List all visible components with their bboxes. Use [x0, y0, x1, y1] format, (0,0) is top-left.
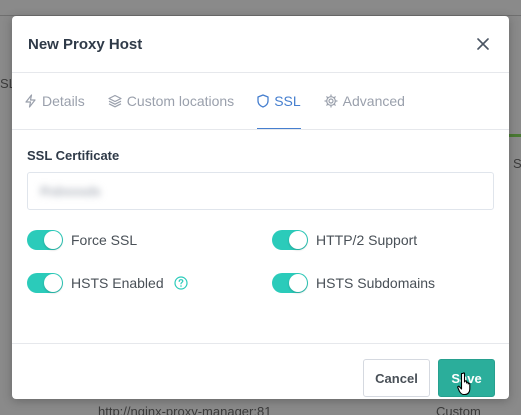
tab-details[interactable]: Details: [24, 73, 85, 129]
help-icon[interactable]: [174, 276, 188, 290]
bolt-icon: [25, 93, 36, 108]
background-type-text: Custom: [436, 404, 481, 415]
cancel-button[interactable]: Cancel: [363, 359, 430, 397]
hand-pointer-icon: [457, 372, 471, 396]
close-button[interactable]: [473, 34, 493, 54]
hsts-enabled-toggle[interactable]: HSTS Enabled: [27, 271, 272, 295]
hsts-subdomains-switch[interactable]: [272, 273, 308, 293]
tab-advanced-label: Advanced: [342, 92, 405, 109]
tab-bar: Details Custom locations SSL Advanced: [12, 73, 509, 130]
http2-support-switch[interactable]: [272, 230, 308, 250]
tab-ssl-label: SSL: [274, 92, 301, 109]
background-fragment-right: S: [513, 156, 521, 171]
tab-custom-locations-label: Custom locations: [126, 92, 235, 109]
tab-advanced[interactable]: Advanced: [324, 73, 405, 129]
layers-icon: [108, 94, 122, 107]
proxy-host-modal: New Proxy Host Details Custom locations: [12, 16, 509, 399]
force-ssl-toggle[interactable]: Force SSL: [27, 228, 272, 252]
hsts-subdomains-label: HSTS Subdomains: [316, 275, 436, 291]
background-accent-bar: [509, 134, 521, 137]
background-url-text: http://nginx-proxy-manager:81: [98, 404, 272, 415]
modal-footer: Cancel Save: [12, 344, 509, 399]
http2-support-toggle[interactable]: HTTP/2 Support: [272, 228, 492, 252]
hsts-enabled-switch[interactable]: [27, 273, 63, 293]
tab-details-label: Details: [42, 92, 85, 109]
hsts-subdomains-toggle[interactable]: HSTS Subdomains: [272, 271, 492, 295]
hsts-enabled-label: HSTS Enabled: [71, 275, 164, 291]
ssl-certificate-value: Rsbsssds: [40, 183, 101, 199]
http2-support-label: HTTP/2 Support: [316, 232, 418, 248]
ssl-tab-panel: SSL Certificate Rsbsssds Force SSL HTTP/…: [12, 130, 509, 344]
modal-header: New Proxy Host: [12, 16, 509, 73]
force-ssl-label: Force SSL: [71, 232, 138, 248]
close-icon: [477, 38, 489, 50]
tab-custom-locations[interactable]: Custom locations: [108, 73, 234, 129]
tab-ssl[interactable]: SSL: [257, 73, 302, 129]
ssl-certificate-select[interactable]: Rsbsssds: [27, 172, 494, 210]
ssl-options: Force SSL HTTP/2 Support HSTS Enabled HS…: [27, 228, 494, 295]
gear-icon: [324, 93, 338, 108]
ssl-certificate-label: SSL Certificate: [27, 148, 120, 163]
modal-title: New Proxy Host: [28, 35, 143, 53]
force-ssl-switch[interactable]: [27, 230, 63, 250]
shield-icon: [257, 93, 269, 108]
